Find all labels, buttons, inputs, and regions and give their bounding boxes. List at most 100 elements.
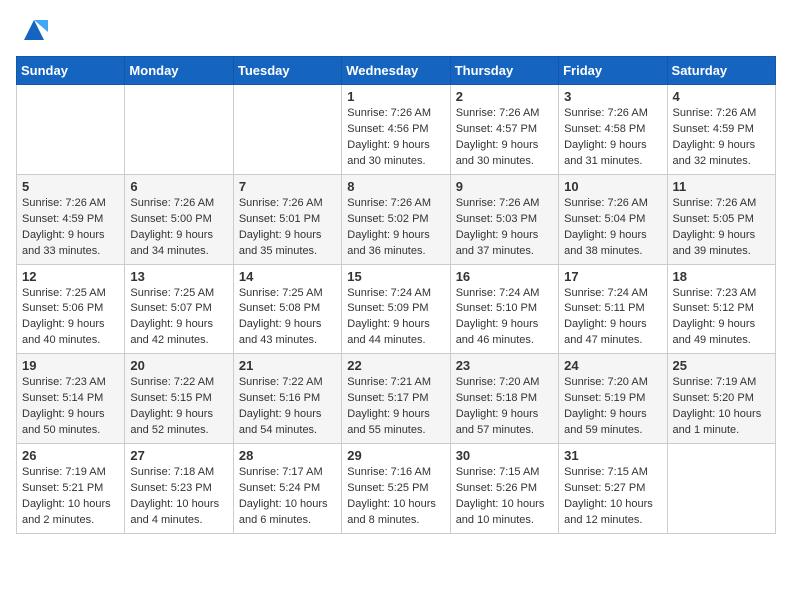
calendar-day-12: 12 Sunrise: 7:25 AM Sunset: 5:06 PM Dayli… (17, 264, 125, 354)
day-number: 23 (456, 358, 553, 373)
day-info: Sunrise: 7:19 AM Sunset: 5:20 PM Dayligh… (673, 375, 770, 439)
day-info: Sunrise: 7:25 AM Sunset: 5:07 PM Dayligh… (130, 286, 227, 350)
day-header-sunday: Sunday (17, 57, 125, 85)
day-info: Sunrise: 7:26 AM Sunset: 4:59 PM Dayligh… (22, 196, 119, 260)
day-header-wednesday: Wednesday (342, 57, 450, 85)
day-info: Sunrise: 7:26 AM Sunset: 5:04 PM Dayligh… (564, 196, 661, 260)
calendar-day-16: 16 Sunrise: 7:24 AM Sunset: 5:10 PM Dayli… (450, 264, 558, 354)
day-number: 28 (239, 448, 336, 463)
day-number: 20 (130, 358, 227, 373)
day-info: Sunrise: 7:25 AM Sunset: 5:08 PM Dayligh… (239, 286, 336, 350)
day-number: 27 (130, 448, 227, 463)
day-info: Sunrise: 7:23 AM Sunset: 5:14 PM Dayligh… (22, 375, 119, 439)
calendar-week-row: 19 Sunrise: 7:23 AM Sunset: 5:14 PM Dayli… (17, 354, 776, 444)
day-number: 30 (456, 448, 553, 463)
day-header-tuesday: Tuesday (233, 57, 341, 85)
day-number: 15 (347, 269, 444, 284)
day-info: Sunrise: 7:26 AM Sunset: 5:03 PM Dayligh… (456, 196, 553, 260)
day-number: 1 (347, 89, 444, 104)
day-number: 8 (347, 179, 444, 194)
calendar-day-30: 30 Sunrise: 7:15 AM Sunset: 5:26 PM Dayli… (450, 444, 558, 534)
calendar-day-22: 22 Sunrise: 7:21 AM Sunset: 5:17 PM Dayli… (342, 354, 450, 444)
calendar-day-2: 2Sunrise: 7:26 AM Sunset: 4:57 PM Daylig… (450, 85, 558, 175)
day-info: Sunrise: 7:18 AM Sunset: 5:23 PM Dayligh… (130, 465, 227, 529)
day-info: Sunrise: 7:26 AM Sunset: 4:56 PM Dayligh… (347, 106, 444, 170)
day-number: 21 (239, 358, 336, 373)
day-number: 5 (22, 179, 119, 194)
day-number: 26 (22, 448, 119, 463)
calendar-header-row: SundayMondayTuesdayWednesdayThursdayFrid… (17, 57, 776, 85)
day-number: 3 (564, 89, 661, 104)
day-info: Sunrise: 7:25 AM Sunset: 5:06 PM Dayligh… (22, 286, 119, 350)
calendar-day-7: 7 Sunrise: 7:26 AM Sunset: 5:01 PM Daylig… (233, 174, 341, 264)
day-info: Sunrise: 7:15 AM Sunset: 5:26 PM Dayligh… (456, 465, 553, 529)
logo-icon (20, 16, 48, 44)
day-number: 25 (673, 358, 770, 373)
day-number: 22 (347, 358, 444, 373)
day-info: Sunrise: 7:24 AM Sunset: 5:11 PM Dayligh… (564, 286, 661, 350)
page-header (16, 16, 776, 44)
calendar-day-18: 18Sunrise: 7:23 AM Sunset: 5:12 PM Dayli… (667, 264, 775, 354)
day-info: Sunrise: 7:22 AM Sunset: 5:16 PM Dayligh… (239, 375, 336, 439)
day-number: 9 (456, 179, 553, 194)
day-info: Sunrise: 7:21 AM Sunset: 5:17 PM Dayligh… (347, 375, 444, 439)
day-number: 17 (564, 269, 661, 284)
day-number: 29 (347, 448, 444, 463)
calendar-day-5: 5 Sunrise: 7:26 AM Sunset: 4:59 PM Daylig… (17, 174, 125, 264)
calendar-week-row: 12 Sunrise: 7:25 AM Sunset: 5:06 PM Dayli… (17, 264, 776, 354)
calendar-day-6: 6 Sunrise: 7:26 AM Sunset: 5:00 PM Daylig… (125, 174, 233, 264)
day-info: Sunrise: 7:24 AM Sunset: 5:09 PM Dayligh… (347, 286, 444, 350)
calendar-day-20: 20 Sunrise: 7:22 AM Sunset: 5:15 PM Dayli… (125, 354, 233, 444)
day-number: 12 (22, 269, 119, 284)
calendar-empty-cell (17, 85, 125, 175)
calendar-day-21: 21 Sunrise: 7:22 AM Sunset: 5:16 PM Dayli… (233, 354, 341, 444)
calendar-day-13: 13Sunrise: 7:25 AM Sunset: 5:07 PM Dayli… (125, 264, 233, 354)
calendar-empty-cell (125, 85, 233, 175)
day-info: Sunrise: 7:26 AM Sunset: 5:05 PM Dayligh… (673, 196, 770, 260)
calendar-day-23: 23Sunrise: 7:20 AM Sunset: 5:18 PM Dayli… (450, 354, 558, 444)
calendar-day-19: 19 Sunrise: 7:23 AM Sunset: 5:14 PM Dayli… (17, 354, 125, 444)
calendar-week-row: 5 Sunrise: 7:26 AM Sunset: 4:59 PM Daylig… (17, 174, 776, 264)
day-header-thursday: Thursday (450, 57, 558, 85)
day-number: 24 (564, 358, 661, 373)
calendar-empty-cell (667, 444, 775, 534)
day-info: Sunrise: 7:26 AM Sunset: 4:58 PM Dayligh… (564, 106, 661, 170)
day-number: 19 (22, 358, 119, 373)
calendar-day-3: 3 Sunrise: 7:26 AM Sunset: 4:58 PM Daylig… (559, 85, 667, 175)
day-number: 7 (239, 179, 336, 194)
day-number: 10 (564, 179, 661, 194)
day-header-monday: Monday (125, 57, 233, 85)
day-info: Sunrise: 7:16 AM Sunset: 5:25 PM Dayligh… (347, 465, 444, 529)
calendar-day-24: 24 Sunrise: 7:20 AM Sunset: 5:19 PM Dayli… (559, 354, 667, 444)
calendar-week-row: 26 Sunrise: 7:19 AM Sunset: 5:21 PM Dayli… (17, 444, 776, 534)
calendar-day-29: 29 Sunrise: 7:16 AM Sunset: 5:25 PM Dayli… (342, 444, 450, 534)
logo (16, 16, 48, 44)
day-number: 16 (456, 269, 553, 284)
calendar-day-8: 8 Sunrise: 7:26 AM Sunset: 5:02 PM Daylig… (342, 174, 450, 264)
day-info: Sunrise: 7:20 AM Sunset: 5:19 PM Dayligh… (564, 375, 661, 439)
calendar-day-28: 28 Sunrise: 7:17 AM Sunset: 5:24 PM Dayli… (233, 444, 341, 534)
calendar-day-4: 4Sunrise: 7:26 AM Sunset: 4:59 PM Daylig… (667, 85, 775, 175)
calendar-week-row: 1 Sunrise: 7:26 AM Sunset: 4:56 PM Daylig… (17, 85, 776, 175)
day-info: Sunrise: 7:22 AM Sunset: 5:15 PM Dayligh… (130, 375, 227, 439)
day-info: Sunrise: 7:26 AM Sunset: 5:00 PM Dayligh… (130, 196, 227, 260)
calendar-day-17: 17 Sunrise: 7:24 AM Sunset: 5:11 PM Dayli… (559, 264, 667, 354)
day-number: 31 (564, 448, 661, 463)
calendar-day-14: 14 Sunrise: 7:25 AM Sunset: 5:08 PM Dayli… (233, 264, 341, 354)
calendar-day-9: 9 Sunrise: 7:26 AM Sunset: 5:03 PM Daylig… (450, 174, 558, 264)
day-info: Sunrise: 7:26 AM Sunset: 5:01 PM Dayligh… (239, 196, 336, 260)
day-number: 18 (673, 269, 770, 284)
day-number: 11 (673, 179, 770, 194)
day-info: Sunrise: 7:19 AM Sunset: 5:21 PM Dayligh… (22, 465, 119, 529)
day-info: Sunrise: 7:17 AM Sunset: 5:24 PM Dayligh… (239, 465, 336, 529)
day-info: Sunrise: 7:26 AM Sunset: 5:02 PM Dayligh… (347, 196, 444, 260)
day-number: 14 (239, 269, 336, 284)
day-info: Sunrise: 7:15 AM Sunset: 5:27 PM Dayligh… (564, 465, 661, 529)
calendar-day-11: 11 Sunrise: 7:26 AM Sunset: 5:05 PM Dayli… (667, 174, 775, 264)
day-number: 6 (130, 179, 227, 194)
day-number: 2 (456, 89, 553, 104)
day-info: Sunrise: 7:24 AM Sunset: 5:10 PM Dayligh… (456, 286, 553, 350)
calendar-day-25: 25 Sunrise: 7:19 AM Sunset: 5:20 PM Dayli… (667, 354, 775, 444)
calendar-day-26: 26 Sunrise: 7:19 AM Sunset: 5:21 PM Dayli… (17, 444, 125, 534)
calendar-day-1: 1 Sunrise: 7:26 AM Sunset: 4:56 PM Daylig… (342, 85, 450, 175)
